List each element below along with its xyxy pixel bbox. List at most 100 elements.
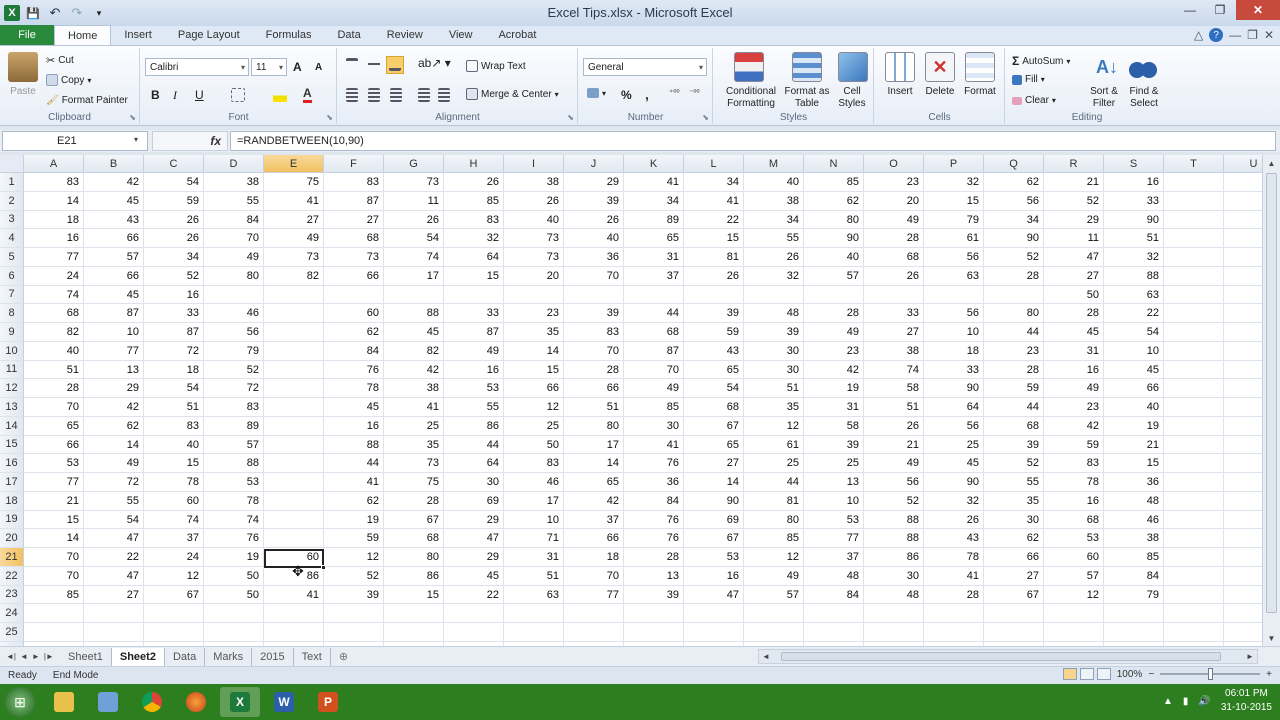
tab-page-layout[interactable]: Page Layout (165, 25, 253, 45)
cell-k24[interactable] (624, 604, 684, 623)
cell-g8[interactable]: 88 (384, 304, 444, 323)
cell-k11[interactable]: 70 (624, 360, 684, 380)
cell-u24[interactable] (1224, 604, 1262, 623)
formula-input[interactable]: =RANDBETWEEN(10,90) (230, 131, 1276, 151)
cell-c23[interactable]: 67 (144, 585, 204, 605)
cell-a20[interactable]: 14 (24, 529, 84, 548)
cell-i4[interactable]: 73 (504, 229, 564, 248)
cell-b7[interactable]: 45 (84, 285, 144, 305)
cell-b8[interactable]: 87 (84, 304, 144, 323)
cell-t7[interactable] (1164, 285, 1224, 305)
cell-e12[interactable] (264, 379, 324, 398)
cell-e23[interactable]: 41 (264, 585, 324, 605)
bold-button[interactable]: B (151, 88, 160, 102)
cell-u4[interactable] (1224, 229, 1262, 248)
cell-g13[interactable]: 41 (384, 398, 444, 417)
cell-l17[interactable]: 14 (684, 473, 744, 492)
cell-r8[interactable]: 28 (1044, 304, 1104, 323)
format-as-table-button[interactable]: Format as Table (784, 86, 830, 110)
cell-h14[interactable]: 86 (444, 416, 504, 436)
row-header-4[interactable]: 4 (0, 229, 24, 248)
cell-a12[interactable]: 28 (24, 379, 84, 398)
cell-f13[interactable]: 45 (324, 398, 384, 417)
cell-a23[interactable]: 85 (24, 585, 84, 605)
cell-a13[interactable]: 70 (24, 398, 84, 417)
row-header-19[interactable]: 19 (0, 510, 24, 530)
row-header-18[interactable]: 18 (0, 491, 24, 511)
cell-e17[interactable] (264, 473, 324, 492)
cell-e2[interactable]: 41 (264, 191, 324, 211)
cell-h11[interactable]: 16 (444, 360, 504, 380)
cell-k4[interactable]: 65 (624, 229, 684, 248)
cell-b16[interactable]: 49 (84, 454, 144, 473)
cell-e8[interactable] (264, 304, 324, 323)
grow-font-button[interactable]: A (293, 60, 302, 74)
cell-k7[interactable] (624, 285, 684, 305)
column-header-i[interactable]: I (504, 155, 564, 173)
cell-b24[interactable] (84, 604, 144, 623)
column-header-d[interactable]: D (204, 155, 264, 173)
cell-g2[interactable]: 11 (384, 191, 444, 211)
cell-n24[interactable] (804, 604, 864, 623)
cell-u7[interactable] (1224, 286, 1262, 305)
cell-f3[interactable]: 27 (324, 210, 384, 230)
vertical-scroll-thumb[interactable] (1266, 173, 1277, 613)
cell-u1[interactable] (1224, 173, 1262, 192)
cell-n15[interactable]: 39 (804, 435, 864, 455)
first-sheet-icon[interactable]: ◄| (6, 652, 16, 661)
cell-i13[interactable]: 12 (504, 398, 564, 417)
cell-q7[interactable] (984, 285, 1044, 305)
cell-t3[interactable] (1164, 210, 1224, 230)
scroll-right-icon[interactable]: ► (1243, 650, 1257, 663)
orientation-button[interactable]: ab↗ ▾ (418, 56, 451, 70)
column-header-k[interactable]: K (624, 155, 684, 173)
cell-r9[interactable]: 45 (1044, 323, 1104, 342)
cell-q10[interactable]: 23 (984, 341, 1044, 361)
cell-d17[interactable]: 53 (204, 473, 264, 492)
excel-logo-icon[interactable]: X (4, 5, 20, 21)
row-header-11[interactable]: 11 (0, 360, 24, 380)
cell-f7[interactable] (324, 285, 384, 305)
cell-s21[interactable]: 85 (1104, 548, 1164, 567)
cell-k12[interactable]: 49 (624, 379, 684, 398)
cell-d13[interactable]: 83 (204, 398, 264, 417)
cell-o12[interactable]: 58 (864, 379, 924, 398)
cell-b2[interactable]: 45 (84, 191, 144, 211)
cell-t22[interactable] (1164, 566, 1224, 586)
cell-s20[interactable]: 38 (1104, 529, 1164, 548)
cell-s3[interactable]: 90 (1104, 210, 1164, 230)
column-header-a[interactable]: A (24, 155, 84, 173)
cell-p21[interactable]: 78 (924, 548, 984, 567)
row-header-5[interactable]: 5 (0, 248, 24, 267)
cell-g9[interactable]: 45 (384, 323, 444, 342)
cell-h24[interactable] (444, 604, 504, 623)
row-header-23[interactable]: 23 (0, 585, 24, 605)
cell-s6[interactable]: 88 (1104, 266, 1164, 286)
cell-q20[interactable]: 62 (984, 529, 1044, 548)
cell-t21[interactable] (1164, 548, 1224, 567)
cell-m22[interactable]: 49 (744, 566, 804, 586)
help-icon[interactable]: ? (1209, 28, 1224, 42)
cell-o1[interactable]: 23 (864, 173, 924, 192)
cell-r17[interactable]: 78 (1044, 473, 1104, 492)
cell-b13[interactable]: 42 (84, 398, 144, 417)
cell-o20[interactable]: 88 (864, 529, 924, 548)
cell-k2[interactable]: 34 (624, 191, 684, 211)
cell-f10[interactable]: 84 (324, 341, 384, 361)
column-header-f[interactable]: F (324, 155, 384, 173)
column-header-p[interactable]: P (924, 155, 984, 173)
cell-m21[interactable]: 12 (744, 548, 804, 567)
cell-q14[interactable]: 68 (984, 416, 1044, 436)
sheet-tab-sheet1[interactable]: Sheet1 (60, 647, 112, 666)
cell-t19[interactable] (1164, 510, 1224, 530)
cell-d22[interactable]: 50 (204, 566, 264, 586)
cell-o19[interactable]: 88 (864, 510, 924, 530)
cell-s7[interactable]: 63 (1104, 285, 1164, 305)
cell-f4[interactable]: 68 (324, 229, 384, 248)
cell-m3[interactable]: 34 (744, 210, 804, 230)
select-all-button[interactable] (0, 155, 24, 173)
cell-j10[interactable]: 70 (564, 341, 624, 361)
cell-n2[interactable]: 62 (804, 191, 864, 211)
cell-u17[interactable] (1224, 473, 1262, 492)
cell-u9[interactable] (1224, 323, 1262, 342)
